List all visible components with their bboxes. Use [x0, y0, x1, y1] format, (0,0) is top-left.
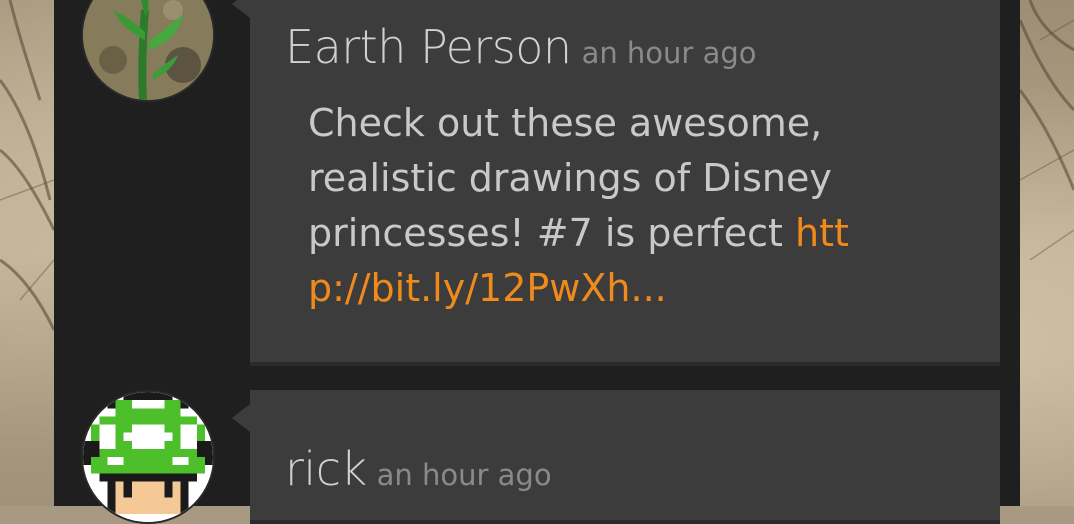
post-body: Check out these awesome, realistic drawi… [308, 96, 908, 316]
post-header: Earth Person an hour ago [285, 20, 757, 74]
post-card-pointer [232, 0, 250, 18]
post-text: Check out these awesome, realistic drawi… [308, 101, 832, 255]
avatar[interactable] [83, 392, 213, 522]
post-timestamp: an hour ago [376, 458, 552, 492]
author-name[interactable]: Earth Person [285, 20, 572, 74]
pixel-mushroom-1up-icon [83, 392, 213, 522]
post-header: rick an hour ago [285, 442, 552, 496]
author-name[interactable]: rick [285, 442, 367, 496]
post-card-pointer [232, 404, 250, 432]
post-timestamp: an hour ago [581, 36, 757, 70]
